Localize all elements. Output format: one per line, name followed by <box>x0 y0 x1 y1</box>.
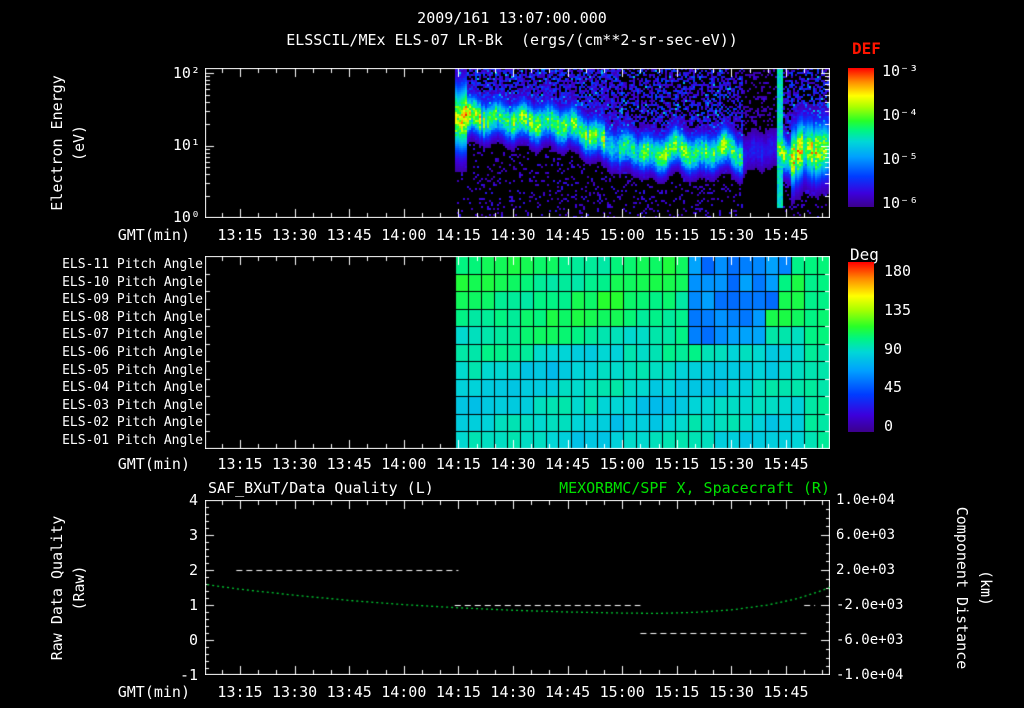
energy-colorbar-tick: 10⁻³ <box>882 62 919 80</box>
quality-y-tick: 2 <box>188 561 198 579</box>
x-tick-label: 15:30 <box>708 455 754 473</box>
pitch-row-label: ELS-02 Pitch Angle <box>62 415 203 431</box>
distance-y-tick: 1.0e+04 <box>836 492 896 508</box>
quality-y-axis-units: (Raw) <box>70 565 88 611</box>
x-tick-label: 15:15 <box>654 226 700 244</box>
page-title-datetime: 2009/161 13:07:00.000 <box>417 9 607 27</box>
x-tick-label: 13:45 <box>326 683 372 701</box>
line-x-axis-label: GMT(min) <box>117 683 190 701</box>
energy-spectrogram-canvas <box>205 68 830 218</box>
energy-colorbar-tick: 10⁻⁴ <box>882 106 919 124</box>
spacecraft-title-right: MEXORBMC/SPF X, Spacecraft (R) <box>559 479 830 497</box>
energy-y-tick: 10¹ <box>172 136 200 154</box>
energy-y-tick: 10² <box>172 64 200 82</box>
x-tick-label: 13:30 <box>272 683 318 701</box>
plot-screen: 2009/161 13:07:00.000 ELSSCIL/MEx ELS-07… <box>0 0 1024 708</box>
colorbar-def-label: DEF <box>852 39 881 58</box>
pitch-row-label: ELS-03 Pitch Angle <box>62 397 203 413</box>
pitch-row-label: ELS-09 Pitch Angle <box>62 292 203 308</box>
x-tick-label: 13:30 <box>272 455 318 473</box>
pitch-row-label: ELS-11 Pitch Angle <box>62 257 203 273</box>
pitch-colorbar <box>848 262 874 432</box>
pitch-colorbar-tick: 180 <box>884 262 912 280</box>
quality-y-tick: -1 <box>179 666 198 684</box>
pitch-colorbar-tick: 45 <box>884 378 903 397</box>
distance-y-tick: -2.0e+03 <box>836 597 904 613</box>
x-tick-label: 14:00 <box>381 455 427 473</box>
energy-y-axis-title: Electron Energy <box>48 75 66 211</box>
pitch-colorbar-tick: 0 <box>884 417 894 435</box>
x-tick-label: 15:15 <box>654 683 700 701</box>
x-tick-label: 13:45 <box>326 226 372 244</box>
x-tick-label: 14:00 <box>381 226 427 244</box>
distance-y-tick: -6.0e+03 <box>836 632 904 648</box>
distance-axis-title: Component Distance <box>953 506 971 670</box>
pitch-row-label: ELS-01 Pitch Angle <box>62 432 203 448</box>
pitch-x-axis-label: GMT(min) <box>117 455 190 473</box>
x-tick-label: 13:45 <box>326 455 372 473</box>
energy-colorbar <box>848 68 874 207</box>
x-tick-label: 15:00 <box>599 455 645 473</box>
x-tick-label: 13:30 <box>272 226 318 244</box>
quality-y-tick: 3 <box>188 526 198 544</box>
x-tick-label: 14:15 <box>435 226 481 244</box>
quality-title-left: SAF_BXuT/Data Quality (L) <box>208 479 434 497</box>
x-tick-label: 15:30 <box>708 226 754 244</box>
quality-y-axis-title: Raw Data Quality <box>48 515 66 661</box>
pitch-row-label: ELS-10 Pitch Angle <box>62 274 203 290</box>
distance-y-tick: 2.0e+03 <box>836 562 896 578</box>
pitch-row-label: ELS-08 Pitch Angle <box>62 309 203 325</box>
x-tick-label: 13:15 <box>217 683 263 701</box>
energy-colorbar-tick: 10⁻⁵ <box>882 150 919 168</box>
pitch-row-label: ELS-05 Pitch Angle <box>62 362 203 378</box>
x-tick-label: 15:45 <box>763 455 809 473</box>
x-tick-label: 14:30 <box>490 226 536 244</box>
x-tick-label: 13:15 <box>217 226 263 244</box>
x-tick-label: 14:30 <box>490 455 536 473</box>
distance-axis-units: (km) <box>977 569 995 607</box>
x-tick-label: 15:45 <box>763 226 809 244</box>
energy-y-axis-units: (eV) <box>70 124 88 162</box>
x-tick-label: 15:00 <box>599 683 645 701</box>
quality-distance-canvas <box>205 500 830 675</box>
x-tick-label: 15:45 <box>763 683 809 701</box>
quality-y-tick: 4 <box>188 491 198 509</box>
pitch-row-label: ELS-06 Pitch Angle <box>62 345 203 361</box>
quality-y-tick: 1 <box>188 596 198 614</box>
distance-y-tick: -1.0e+04 <box>836 667 904 683</box>
x-tick-label: 14:15 <box>435 455 481 473</box>
x-tick-label: 14:15 <box>435 683 481 701</box>
distance-y-tick: 6.0e+03 <box>836 527 896 543</box>
energy-x-axis-label: GMT(min) <box>117 226 190 244</box>
pitch-angle-canvas <box>205 256 830 449</box>
energy-colorbar-tick: 10⁻⁶ <box>882 194 919 212</box>
pitch-row-label: ELS-04 Pitch Angle <box>62 380 203 396</box>
pitch-colorbar-tick: 135 <box>884 300 912 319</box>
x-tick-label: 14:45 <box>545 226 591 244</box>
quality-y-tick: 0 <box>188 631 198 649</box>
x-tick-label: 14:45 <box>545 683 591 701</box>
x-tick-label: 15:30 <box>708 683 754 701</box>
x-tick-label: 13:15 <box>217 455 263 473</box>
x-tick-label: 14:45 <box>545 455 591 473</box>
pitch-row-label: ELS-07 Pitch Angle <box>62 327 203 343</box>
x-tick-label: 14:00 <box>381 683 427 701</box>
energy-y-tick: 10⁰ <box>172 208 200 226</box>
pitch-colorbar-tick: 90 <box>884 339 903 358</box>
x-tick-label: 14:30 <box>490 683 536 701</box>
x-tick-label: 15:15 <box>654 455 700 473</box>
x-tick-label: 15:00 <box>599 226 645 244</box>
